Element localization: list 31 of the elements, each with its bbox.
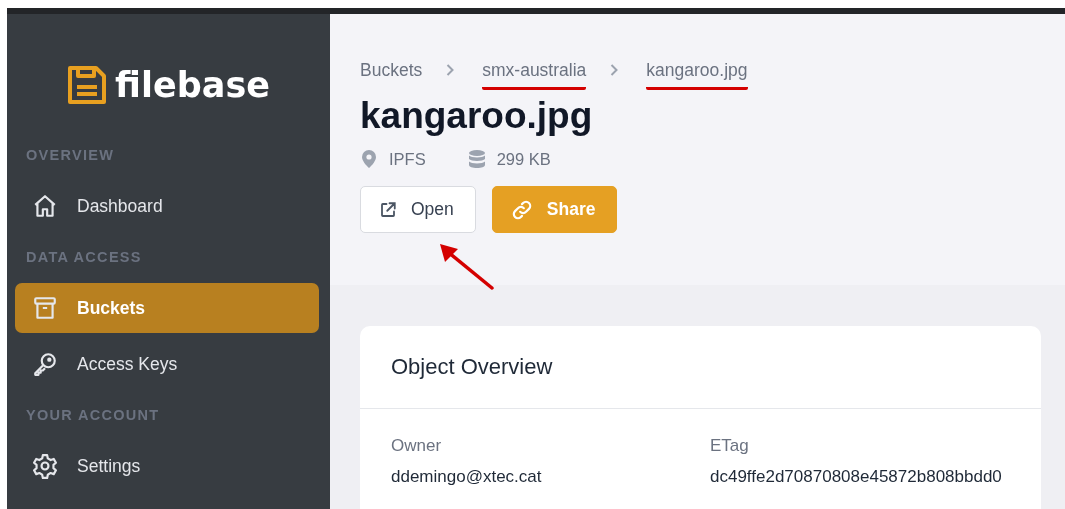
breadcrumb-link[interactable]: kangaroo.jpg (646, 59, 748, 90)
sidebar-item[interactable]: Access Keys (15, 339, 319, 389)
sidebar-item[interactable]: Dashboard (15, 181, 319, 231)
chevron-right-icon (610, 64, 619, 76)
location-pin-icon (360, 149, 378, 169)
settings-icon (32, 453, 58, 479)
archive-icon (32, 295, 58, 321)
section-heading: DATA ACCESS (25, 248, 143, 267)
breadcrumb-link[interactable]: smx-australia (482, 59, 587, 90)
sidebar-item[interactable]: Settings (15, 441, 319, 491)
logo-text: filebase (115, 65, 270, 105)
card-title: Object Overview (360, 326, 1041, 409)
logo-icon (67, 65, 108, 105)
database-icon (467, 149, 486, 169)
sidebar-item[interactable]: Buckets (15, 283, 319, 333)
home-icon (32, 193, 58, 219)
meta-text: IPFS (389, 149, 426, 169)
page-title: kangaroo.jpg (360, 94, 594, 138)
chevron-right-icon (446, 64, 455, 76)
field-label: ETag (710, 436, 750, 457)
field-value: dc49ffe2d70870808e45872b808bbdd0 (710, 467, 1003, 487)
field-label: Owner (391, 436, 443, 457)
meta-text: 299 KB (496, 149, 551, 169)
external-link-icon (379, 200, 397, 219)
field-value: ddemingo@xtec.cat (391, 467, 543, 487)
link-icon (510, 198, 533, 221)
breadcrumb-link[interactable]: Buckets (360, 59, 423, 90)
section-heading: YOUR ACCOUNT (25, 406, 161, 425)
section-heading: OVERVIEW (25, 146, 116, 165)
open-button[interactable]: Open (360, 186, 476, 233)
key-icon (32, 351, 58, 377)
